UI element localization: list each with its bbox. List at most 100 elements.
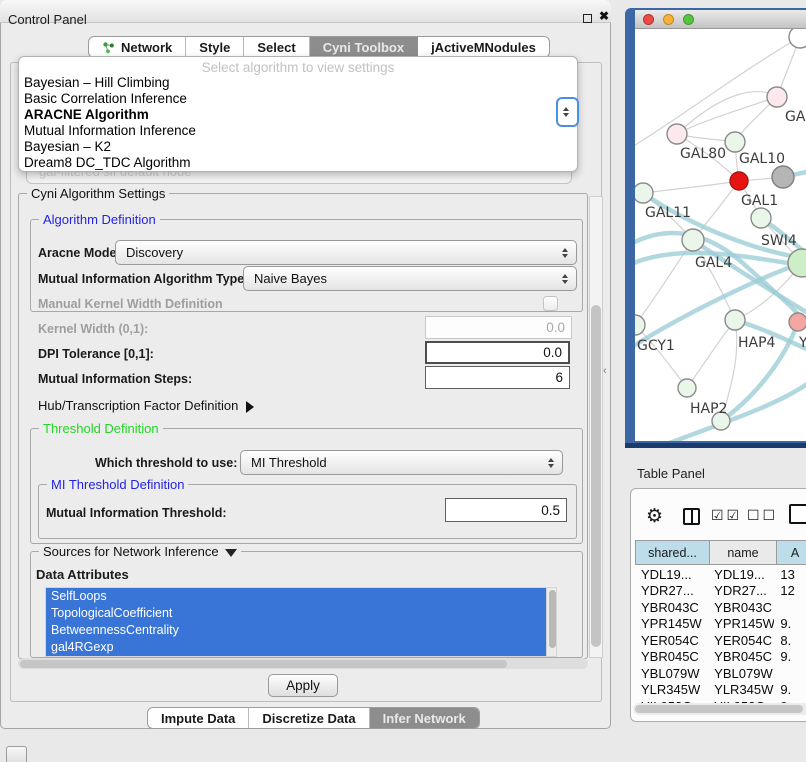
kernel-width-value: 0.0 <box>546 320 565 335</box>
scrollbar-thumb[interactable] <box>591 305 601 647</box>
tab-select[interactable]: Select <box>244 37 309 57</box>
network-node[interactable] <box>678 379 696 397</box>
network-node[interactable] <box>730 172 748 190</box>
select-all-checkboxes-icon[interactable]: ☑☑ <box>711 508 742 524</box>
mi-algorithm-type-label: Mutual Information Algorithm Type: <box>38 272 248 286</box>
table-cell: 8. <box>774 633 806 648</box>
control-panel-titlebar[interactable] <box>0 0 611 23</box>
table-row[interactable]: YBL079WYBL079W <box>635 665 806 682</box>
attribute-list-item[interactable]: SelfLoops <box>46 588 546 605</box>
network-edge <box>677 92 777 134</box>
network-window-titlebar[interactable] <box>635 10 806 29</box>
network-node[interactable] <box>725 132 745 152</box>
table-row[interactable]: YBR045CYBR045C9. <box>635 649 806 666</box>
table-row[interactable]: YPR145WYPR145W9. <box>635 616 806 633</box>
table-row[interactable]: YBR043CYBR043C <box>635 599 806 616</box>
manual-kernel-width-checkbox[interactable] <box>543 296 558 311</box>
table-row[interactable]: YDR27...YDR27...12 <box>635 583 806 600</box>
column-header[interactable]: name <box>709 540 776 565</box>
apply-button[interactable]: Apply <box>268 674 338 697</box>
mi-steps-input[interactable]: 6 <box>425 366 570 389</box>
mac-minimize-icon[interactable] <box>663 14 674 25</box>
table-cell: YDR27... <box>635 583 708 598</box>
node-label: HAP2 <box>690 401 727 417</box>
tab-network[interactable]: Network <box>89 37 186 57</box>
new-table-page-icon[interactable] <box>789 504 806 524</box>
close-icon[interactable]: ✖ <box>599 9 609 23</box>
dpi-tolerance-input[interactable]: 0.0 <box>425 341 570 364</box>
network-node[interactable] <box>772 166 794 188</box>
settings-horizontal-scrollbar[interactable] <box>18 658 588 669</box>
network-node[interactable] <box>725 310 745 330</box>
tab-cyni-toolbox[interactable]: Cyni Toolbox <box>310 37 418 57</box>
tab-impute-data[interactable]: Impute Data <box>148 708 249 728</box>
node-label: GAL4 <box>695 255 732 271</box>
table-horizontal-scrollbar[interactable] <box>633 703 806 715</box>
network-node[interactable] <box>635 315 645 335</box>
table-cell: YDL19... <box>708 567 774 582</box>
gear-icon[interactable]: ⚙ <box>646 505 663 527</box>
tab-style[interactable]: Style <box>186 37 244 57</box>
network-node[interactable] <box>789 29 806 48</box>
table-cell: YDR27... <box>708 583 774 598</box>
network-node[interactable] <box>667 124 687 144</box>
tab-select-label: Select <box>257 40 295 55</box>
network-node[interactable] <box>635 183 653 203</box>
tab-discretize-data[interactable]: Discretize Data <box>249 708 369 728</box>
tab-infer-network-label: Infer Network <box>383 711 466 726</box>
attribute-list-item[interactable]: BetweennessCentrality <box>46 622 546 639</box>
popup-item-dream8[interactable]: Dream8 DC_TDC Algorithm <box>24 155 191 170</box>
split-columns-icon[interactable] <box>683 508 700 525</box>
popup-item-bayesian-hill-climbing[interactable]: Bayesian – Hill Climbing <box>24 75 170 90</box>
network-node[interactable] <box>767 87 787 107</box>
aracne-mode-combobox[interactable]: Discovery <box>115 240 577 265</box>
deselect-all-checkboxes-icon[interactable]: ☐☐ <box>747 508 778 524</box>
sources-group-title[interactable]: Sources for Network Inference <box>39 544 241 559</box>
algorithm-dropdown-popup: Select algorithm to view settings Bayesi… <box>18 56 578 172</box>
network-canvas[interactable]: GAL8GAL80GAL10GAL1GAL11SWI4GAL4GCY1HAP4Y… <box>635 29 806 441</box>
splitpane-collapse-icon[interactable]: ‹ <box>603 365 607 377</box>
network-node[interactable] <box>789 313 806 331</box>
popup-item-aracne[interactable]: ARACNE Algorithm <box>24 107 149 122</box>
mac-close-icon[interactable] <box>643 14 654 25</box>
spinner-arrows-icon <box>562 274 568 284</box>
tab-jactivemnodules[interactable]: jActiveMNodules <box>418 37 549 57</box>
tab-infer-network[interactable]: Infer Network <box>370 708 479 728</box>
mi-algorithm-type-combobox[interactable]: Naive Bayes <box>243 266 577 291</box>
mac-zoom-icon[interactable] <box>683 14 694 25</box>
scrollbar-thumb[interactable] <box>549 590 556 648</box>
network-node[interactable] <box>682 229 704 251</box>
attribute-list-item[interactable]: gal4RGexp <box>46 639 546 656</box>
scrollbar-thumb[interactable] <box>20 660 507 668</box>
data-attributes-list: SelfLoopsTopologicalCoefficientBetweenne… <box>45 587 557 657</box>
table-cell: YBL079W <box>635 666 708 681</box>
popup-item-mutual-information[interactable]: Mutual Information Inference <box>24 123 196 138</box>
network-graph: GAL8GAL80GAL10GAL1GAL11SWI4GAL4GCY1HAP4Y… <box>635 29 806 441</box>
attribute-list-scrollbar[interactable] <box>546 588 557 656</box>
mi-threshold-input[interactable]: 0.5 <box>445 498 567 522</box>
column-header[interactable]: shared... <box>635 540 709 565</box>
mi-threshold-value: 0.5 <box>541 503 560 518</box>
network-node[interactable] <box>751 208 771 228</box>
network-node[interactable] <box>788 249 806 277</box>
popup-item-basic-correlation[interactable]: Basic Correlation Inference <box>24 91 187 106</box>
table-cell: 9. <box>774 649 806 664</box>
combobox-spinner-fragment[interactable] <box>556 97 579 127</box>
popup-item-bayesian-k2[interactable]: Bayesian – K2 <box>24 139 111 154</box>
which-threshold-combobox[interactable]: MI Threshold <box>240 450 563 475</box>
table-row[interactable]: YDL19...YDL19...13 <box>635 566 806 583</box>
minimized-panel-button[interactable] <box>6 746 27 762</box>
float-window-icon[interactable] <box>583 14 592 23</box>
scrollbar-thumb[interactable] <box>635 705 803 713</box>
node-label: GAL80 <box>680 146 726 162</box>
column-header[interactable]: A <box>776 540 806 565</box>
attribute-list-item[interactable]: TopologicalCoefficient <box>46 605 546 622</box>
aracne-mode-value: Discovery <box>126 245 183 260</box>
table-row[interactable]: YER054CYER054C8. <box>635 632 806 649</box>
settings-vertical-scrollbar[interactable] <box>589 196 603 658</box>
app-root: Control Panel ✖ Network Style Select Cyn… <box>0 0 806 762</box>
kernel-width-input[interactable]: 0.0 <box>425 316 572 339</box>
table-cell: YBR043C <box>708 600 774 615</box>
hub-definition-toggle[interactable]: Hub/Transcription Factor Definition <box>38 398 254 413</box>
table-row[interactable]: YLR345WYLR345W9. <box>635 682 806 699</box>
